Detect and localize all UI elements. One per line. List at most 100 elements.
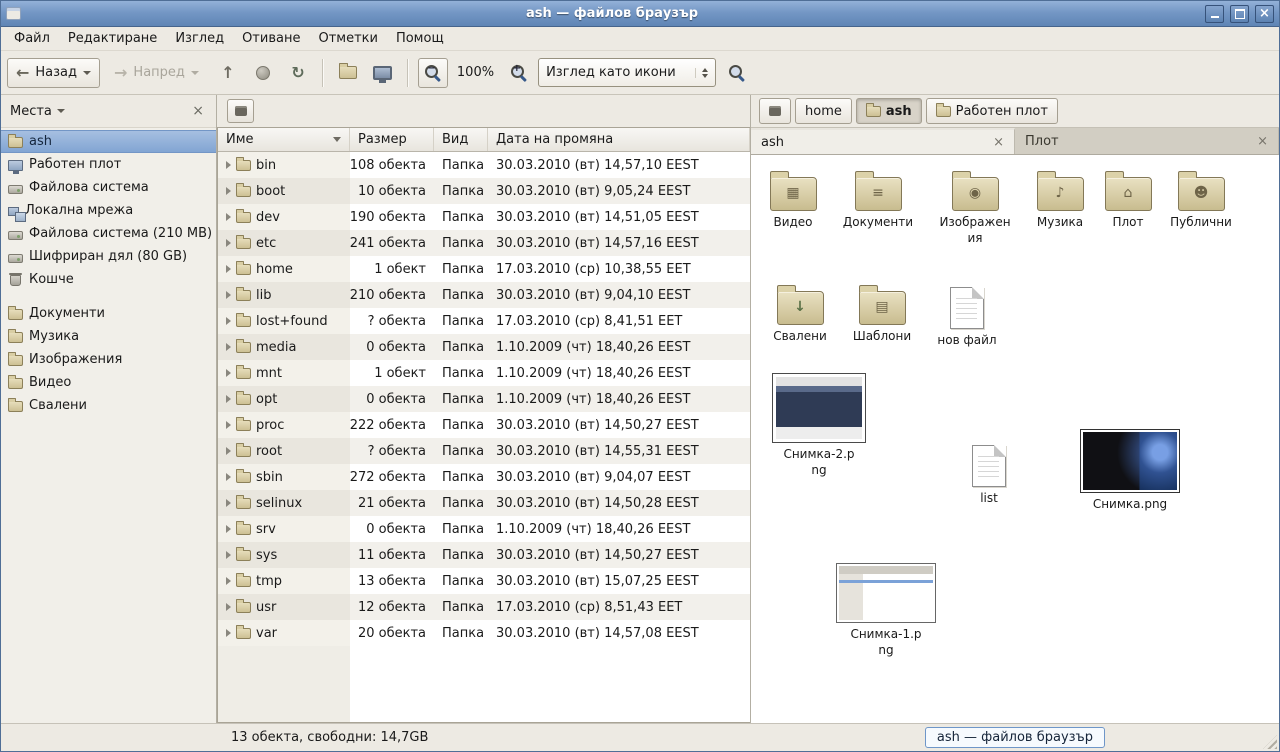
table-row[interactable]: boot 10 обекта Папка 30.03.2010 (вт) 9,0… xyxy=(218,178,750,204)
sidebar-item[interactable]: Документи xyxy=(1,302,216,325)
menu-item[interactable]: Отиване xyxy=(233,27,309,50)
icon-item-list[interactable]: list xyxy=(949,441,1029,507)
table-row[interactable]: tmp 13 обекта Папка 30.03.2010 (вт) 15,0… xyxy=(218,568,750,594)
table-row[interactable]: sys 11 обекта Папка 30.03.2010 (вт) 14,5… xyxy=(218,542,750,568)
sidebar-item[interactable]: Работен плот xyxy=(1,153,216,176)
sidebar-item[interactable]: Кошче xyxy=(1,268,216,291)
tab-ash[interactable]: ash xyxy=(751,128,1015,154)
table-row[interactable]: mnt 1 обект Папка 1.10.2009 (чт) 18,40,2… xyxy=(218,360,750,386)
expander-icon[interactable] xyxy=(226,447,231,455)
sidebar-title[interactable]: Места xyxy=(10,104,52,119)
sidebar-item[interactable]: ash xyxy=(1,130,216,153)
expander-icon[interactable] xyxy=(226,395,231,403)
icon-item-snimka-1[interactable]: Снимка-1.png xyxy=(829,563,943,658)
table-row[interactable]: usr 12 обекта Папка 17.03.2010 (ср) 8,51… xyxy=(218,594,750,620)
expander-icon[interactable] xyxy=(226,603,231,611)
search-button[interactable] xyxy=(721,58,751,88)
up-button[interactable] xyxy=(213,58,243,88)
path-root-button[interactable] xyxy=(759,98,791,124)
table-row[interactable]: opt 0 обекта Папка 1.10.2009 (чт) 18,40,… xyxy=(218,386,750,412)
close-button[interactable] xyxy=(1255,5,1274,23)
sidebar-item[interactable]: Изображения xyxy=(1,348,216,371)
sidebar-item[interactable]: Шифриран дял (80 GB) xyxy=(1,245,216,268)
table-row[interactable]: home 1 обект Папка 17.03.2010 (ср) 10,38… xyxy=(218,256,750,282)
icon-item-snimka[interactable]: Снимка.png xyxy=(1073,429,1187,513)
table-row[interactable]: bin 108 обекта Папка 30.03.2010 (вт) 14,… xyxy=(218,152,750,178)
expander-icon[interactable] xyxy=(226,343,231,351)
maximize-button[interactable] xyxy=(1230,5,1249,23)
table-row[interactable]: etc 241 обекта Папка 30.03.2010 (вт) 14,… xyxy=(218,230,750,256)
expander-icon[interactable] xyxy=(226,239,231,247)
expander-icon[interactable] xyxy=(226,499,231,507)
sidebar-item[interactable]: Файлова система xyxy=(1,176,216,199)
icon-item-images[interactable]: Изображения xyxy=(934,169,1016,246)
menu-item[interactable]: Редактиране xyxy=(59,27,166,50)
tab-close-icon[interactable] xyxy=(1257,134,1268,149)
table-row[interactable]: lib 210 обекта Папка 30.03.2010 (вт) 9,0… xyxy=(218,282,750,308)
reload-button[interactable] xyxy=(283,58,313,88)
expander-icon[interactable] xyxy=(226,161,231,169)
expander-icon[interactable] xyxy=(226,551,231,559)
menu-item[interactable]: Файл xyxy=(5,27,59,50)
expander-icon[interactable] xyxy=(226,265,231,273)
icon-item-templates[interactable]: Шаблони xyxy=(841,283,923,345)
table-row[interactable]: proc 222 обекта Папка 30.03.2010 (вт) 14… xyxy=(218,412,750,438)
zoom-in-button[interactable]: + xyxy=(503,58,533,88)
column-header-name[interactable]: Име xyxy=(218,128,350,151)
tab-desktop[interactable]: Плот xyxy=(1015,128,1279,154)
table-row[interactable]: var 20 обекта Папка 30.03.2010 (вт) 14,5… xyxy=(218,620,750,646)
view-mode-select[interactable]: Изглед като икони xyxy=(538,58,716,87)
table-row[interactable]: root ? обекта Папка 30.03.2010 (вт) 14,5… xyxy=(218,438,750,464)
icon-item-snimka-2[interactable]: Снимка-2.png xyxy=(767,373,871,478)
icon-item-documents[interactable]: Документи xyxy=(837,169,919,231)
icon-item-downloads[interactable]: Свалени xyxy=(759,283,841,345)
sidebar-item[interactable]: Видео xyxy=(1,371,216,394)
table-row[interactable]: selinux 21 обекта Папка 30.03.2010 (вт) … xyxy=(218,490,750,516)
expander-icon[interactable] xyxy=(226,525,231,533)
resize-grip[interactable] xyxy=(1263,735,1277,749)
expander-icon[interactable] xyxy=(226,213,231,221)
table-row[interactable]: lost+found ? обекта Папка 17.03.2010 (ср… xyxy=(218,308,750,334)
column-header-date[interactable]: Дата на промяна xyxy=(488,128,750,151)
path-button-ash[interactable]: ash xyxy=(856,98,922,124)
path-button-home[interactable]: home xyxy=(795,98,852,124)
expander-icon[interactable] xyxy=(226,317,231,325)
sidebar-dropdown-icon[interactable] xyxy=(57,109,65,113)
sidebar-item[interactable]: Свалени xyxy=(1,394,216,417)
expander-icon[interactable] xyxy=(226,187,231,195)
minimize-button[interactable] xyxy=(1205,5,1224,23)
expander-icon[interactable] xyxy=(226,369,231,377)
icon-item-public[interactable]: Публични xyxy=(1160,169,1242,231)
path-button-desktop[interactable]: Работен плот xyxy=(926,98,1058,124)
table-row[interactable]: dev 190 обекта Папка 30.03.2010 (вт) 14,… xyxy=(218,204,750,230)
menu-item[interactable]: Отметки xyxy=(309,27,386,50)
icon-item-desktop[interactable]: Плот xyxy=(1088,169,1168,231)
stop-button[interactable] xyxy=(248,58,278,88)
table-row[interactable]: sbin 272 обекта Папка 30.03.2010 (вт) 9,… xyxy=(218,464,750,490)
back-dropdown-icon[interactable] xyxy=(83,71,91,75)
column-header-size[interactable]: Размер xyxy=(350,128,434,151)
expander-icon[interactable] xyxy=(226,291,231,299)
view-mode-spinner-icon[interactable] xyxy=(695,68,708,78)
computer-button[interactable] xyxy=(368,58,398,88)
home-folder-button[interactable] xyxy=(333,58,363,88)
sidebar-item[interactable]: Локална мрежа xyxy=(1,199,216,222)
expander-icon[interactable] xyxy=(226,473,231,481)
menu-item[interactable]: Помощ xyxy=(387,27,453,50)
sidebar-item[interactable]: Музика xyxy=(1,325,216,348)
tab-close-icon[interactable] xyxy=(993,135,1004,150)
forward-button[interactable]: Напред xyxy=(105,58,208,88)
menu-item[interactable]: Изглед xyxy=(166,27,233,50)
table-row[interactable]: media 0 обекта Папка 1.10.2009 (чт) 18,4… xyxy=(218,334,750,360)
back-button[interactable]: Назад xyxy=(7,58,100,88)
expander-icon[interactable] xyxy=(226,629,231,637)
expander-icon[interactable] xyxy=(226,577,231,585)
icon-item-video[interactable]: Видео xyxy=(754,169,832,231)
titlebar[interactable]: ash — файлов браузър xyxy=(1,1,1279,27)
pane-root-button[interactable] xyxy=(227,99,254,123)
expander-icon[interactable] xyxy=(226,421,231,429)
table-row[interactable]: srv 0 обекта Папка 1.10.2009 (чт) 18,40,… xyxy=(218,516,750,542)
sidebar-item[interactable]: Файлова система (210 MB) xyxy=(1,222,216,245)
sidebar-close-button[interactable] xyxy=(189,103,207,119)
icon-view[interactable]: Видео Документи Изображения Музика Плот xyxy=(751,155,1279,723)
